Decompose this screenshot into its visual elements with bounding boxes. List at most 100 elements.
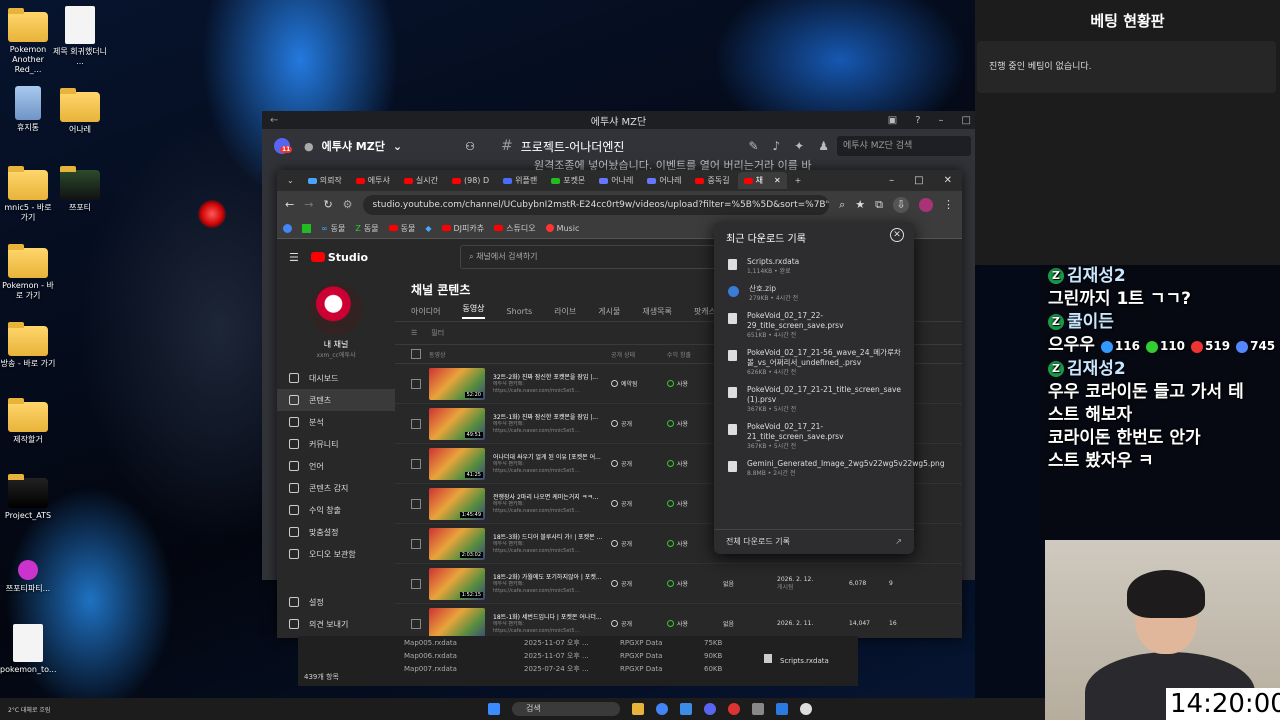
- video-thumbnail[interactable]: 41:25: [429, 447, 485, 480]
- studio-logo[interactable]: Studio: [310, 251, 368, 264]
- visibility-cell[interactable]: 예약됨: [611, 379, 667, 388]
- table-row[interactable]: 18트-1화) 세번드입니다 | 포켓몬 어나더... 에투샤 팬카페: https…: [395, 604, 962, 638]
- video-title[interactable]: 전쟁장사 2마리 나오면 케미는거지 ㅋㅋ...: [493, 492, 611, 501]
- zoom-icon[interactable]: ⌕: [839, 198, 845, 212]
- selected-file[interactable]: Scripts.rxdata: [764, 654, 829, 665]
- download-item[interactable]: PokeVoid_02_17_21-56_wave_24_메가루차볼_vs_어쩌…: [714, 344, 914, 381]
- tab-ideas[interactable]: 아이디어: [411, 306, 440, 317]
- nav-settings[interactable]: 설정: [277, 591, 395, 613]
- nav-monetization[interactable]: 수익 창출: [277, 499, 395, 521]
- visibility-cell[interactable]: 공개: [611, 579, 667, 588]
- file-row[interactable]: Map005.rxdata 2025-11-07 오후 ... RPGXP Data…: [298, 636, 858, 649]
- minimize-icon[interactable]: –: [939, 115, 944, 126]
- minimize-icon[interactable]: –: [889, 175, 894, 186]
- tab-playlists[interactable]: 재생목록: [642, 306, 671, 317]
- back-arrow-icon[interactable]: ←: [270, 115, 278, 126]
- app-icon[interactable]: [752, 703, 764, 715]
- app-icon[interactable]: [800, 703, 812, 715]
- bookmark-item[interactable]: Music: [545, 224, 579, 233]
- hamburger-menu-icon[interactable]: ☰: [289, 251, 299, 264]
- download-item[interactable]: PokeVoid_02_17_21-21_title_screen_save.p…: [714, 418, 914, 455]
- row-checkbox[interactable]: [411, 458, 421, 469]
- video-title[interactable]: 18트-2화) 가월에도 포기하지않아 | 포켓...: [493, 572, 611, 581]
- bookmark-item[interactable]: [283, 223, 292, 233]
- row-checkbox[interactable]: [411, 578, 421, 589]
- start-icon[interactable]: [488, 703, 500, 715]
- browser-tab[interactable]: 에투샤: [350, 172, 396, 189]
- bookmark-item[interactable]: Z 동물: [355, 223, 378, 234]
- desktop-icon[interactable]: 방송 - 바로 가기: [0, 322, 56, 369]
- monetization-cell[interactable]: 사용: [667, 579, 723, 588]
- app-icon[interactable]: [680, 703, 692, 715]
- download-item[interactable]: Scripts.rxdata 1,114KB • 완료: [714, 253, 914, 280]
- download-item[interactable]: 산호.zip 279KB • 4시간 전: [714, 280, 914, 307]
- video-title[interactable]: 32트-1화) 진짜 잠신한 포켓몬을 잠입 |...: [493, 412, 611, 421]
- browser-tab[interactable]: 실시간: [398, 172, 444, 189]
- browser-tab[interactable]: 위플랜: [497, 172, 543, 189]
- bell-icon[interactable]: ♪: [773, 139, 781, 153]
- nav-community[interactable]: 커뮤니티: [277, 433, 395, 455]
- desktop-icon[interactable]: 쯔포티: [52, 166, 108, 213]
- url-input[interactable]: studio.youtube.com/channel/UCubybnI2mstR…: [362, 194, 830, 215]
- nav-copyright[interactable]: 콘텐츠 감지: [277, 477, 395, 499]
- nav-audio-library[interactable]: 오디오 보관함: [277, 543, 395, 565]
- desktop-icon[interactable]: 쯔포티파티...: [0, 556, 56, 594]
- tab-posts[interactable]: 게시물: [598, 306, 620, 317]
- browser-tab[interactable]: (98) D: [446, 172, 495, 189]
- video-thumbnail[interactable]: 1:45:49: [429, 487, 485, 520]
- taskbar-search[interactable]: 검색: [512, 702, 620, 716]
- video-thumbnail[interactable]: 1:52:15: [429, 567, 485, 600]
- desktop-icon[interactable]: Pokemon - 바로 가기: [0, 244, 56, 301]
- server-header[interactable]: 11 ● 에투샤 MZ단 ⌄ ⚇: [262, 138, 487, 154]
- video-thumbnail[interactable]: 2:03:02: [429, 527, 485, 560]
- bookmark-star-icon[interactable]: ★: [855, 198, 865, 211]
- desktop-icon[interactable]: Project_ATS: [0, 474, 56, 521]
- desktop-icon[interactable]: pokemon_to...: [0, 622, 57, 675]
- download-item[interactable]: Gemini_Generated_Image_2wg5v22wg5v22wg5.…: [714, 455, 945, 482]
- download-item[interactable]: PokeVoid_02_17_22-29_title_screen_save.p…: [714, 307, 914, 344]
- desktop-icon[interactable]: 제작할거: [0, 398, 56, 445]
- weather-widget[interactable]: 2°C 대체로 흐림: [8, 705, 50, 714]
- vscode-icon[interactable]: [776, 703, 788, 715]
- video-title[interactable]: 18트-3화) 드디어 블루사티 가! | 포켓몬 ...: [493, 532, 611, 541]
- forward-icon[interactable]: →: [304, 198, 313, 211]
- nav-customization[interactable]: 맞춤설정: [277, 521, 395, 543]
- tab-shorts[interactable]: Shorts: [507, 307, 533, 316]
- inbox-icon[interactable]: ▣: [888, 115, 897, 126]
- tab-close-icon[interactable]: ✕: [774, 176, 781, 185]
- visibility-cell[interactable]: 공개: [611, 499, 667, 508]
- video-title[interactable]: 18트-1화) 세번드입니다 | 포켓몬 어나더...: [493, 612, 611, 621]
- desktop-icon[interactable]: 휴지통: [0, 84, 56, 133]
- reload-icon[interactable]: ↻: [323, 198, 332, 211]
- video-thumbnail[interactable]: [429, 607, 485, 638]
- desktop-icon[interactable]: Pokemon Another Red_...: [0, 8, 56, 75]
- tab-videos[interactable]: 동영상: [462, 303, 485, 319]
- bookmark-item[interactable]: [302, 223, 311, 233]
- browser-tab-active[interactable]: 채 ✕: [737, 172, 787, 189]
- app-icon[interactable]: [728, 703, 740, 715]
- profile-avatar[interactable]: [919, 197, 933, 212]
- maximize-icon[interactable]: □: [962, 115, 971, 126]
- nav-analytics[interactable]: 분석: [277, 411, 395, 433]
- browser-tab[interactable]: 어나레: [641, 172, 687, 189]
- row-checkbox[interactable]: [411, 418, 421, 429]
- visibility-cell[interactable]: 공개: [611, 459, 667, 468]
- bookmark-item[interactable]: ∞ 동물: [321, 223, 345, 234]
- menu-icon[interactable]: ⋮: [943, 198, 962, 211]
- add-member-icon[interactable]: ⚇: [465, 140, 475, 153]
- full-download-history-link[interactable]: 전체 다운로드 기록 ↗: [714, 529, 914, 554]
- row-checkbox[interactable]: [411, 618, 421, 629]
- browser-tab[interactable]: 포켓몬: [545, 172, 591, 189]
- nav-language[interactable]: 언어: [277, 455, 395, 477]
- row-checkbox[interactable]: [411, 378, 421, 389]
- discord-search-input[interactable]: 에투샤 MZ단 검색: [837, 136, 971, 156]
- bookmark-item[interactable]: 스튜디오: [494, 223, 536, 234]
- download-icon[interactable]: ⇩: [893, 196, 909, 213]
- nav-dashboard[interactable]: 대시보드: [277, 367, 395, 389]
- bookmark-item[interactable]: DJ피카츄: [441, 223, 484, 234]
- extensions-icon[interactable]: ⧉: [875, 198, 883, 212]
- monetization-cell[interactable]: 사용: [667, 619, 723, 628]
- download-item[interactable]: PokeVoid_02_17_21-21_title_screen_save (…: [714, 381, 914, 418]
- visibility-cell[interactable]: 공개: [611, 419, 667, 428]
- members-icon[interactable]: ♟: [818, 139, 829, 153]
